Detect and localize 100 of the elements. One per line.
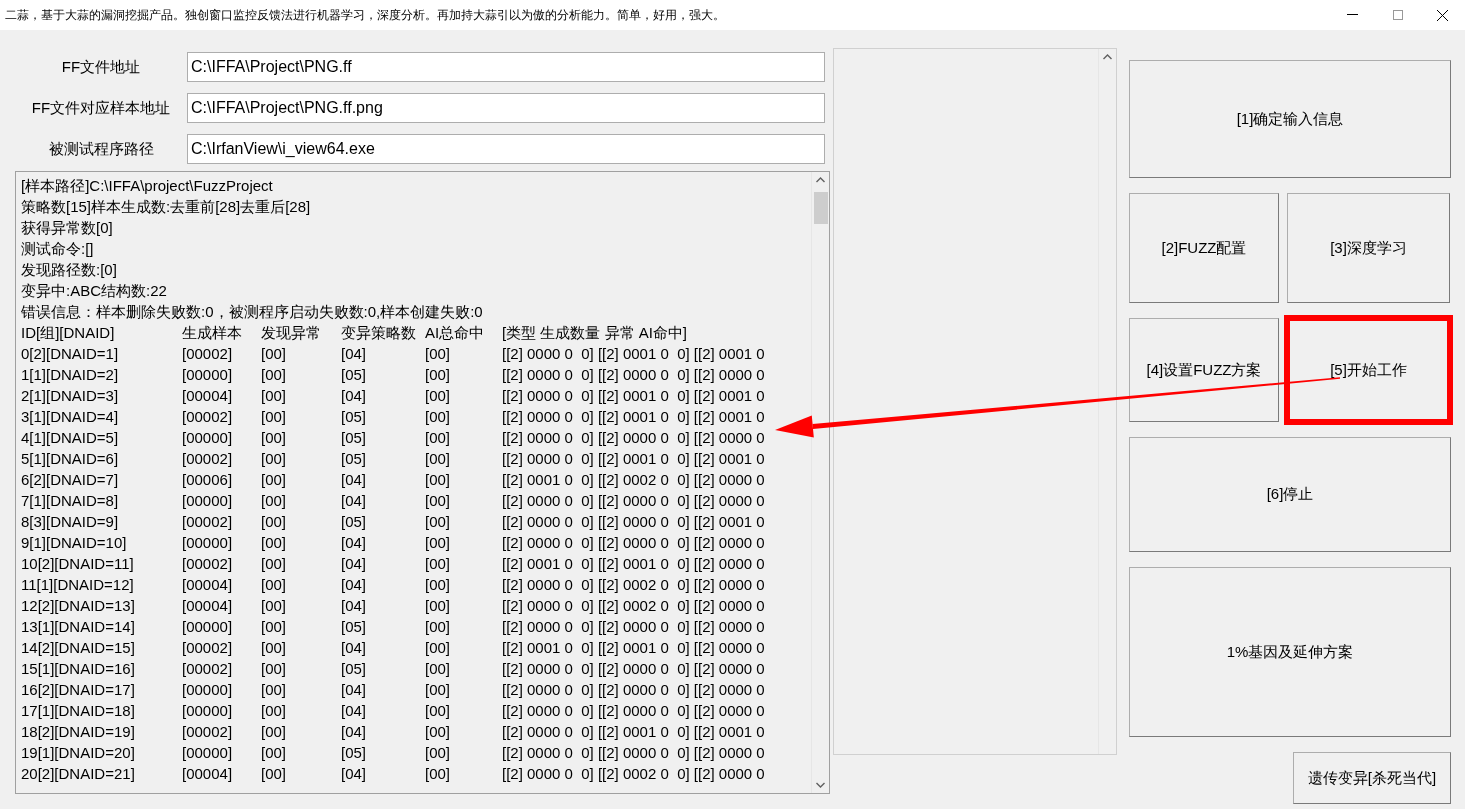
table-cell-text: [00] xyxy=(425,491,452,511)
table-cell-text: [00] xyxy=(261,638,288,658)
table-cell-text: [00002] xyxy=(182,554,234,574)
table-cell-text: [[2] 0000 0 0] [[2] 0001 0 0] [[2] 0001 0 xyxy=(502,344,766,364)
table-cell-text: [[2] 0001 0 0] [[2] 0001 0 0] [[2] 0000 0 xyxy=(502,638,766,658)
table-cell-text: [05] xyxy=(341,743,368,763)
table-cell-text: [00] xyxy=(425,533,452,553)
table-cell-text: 9[1][DNAID=10] xyxy=(21,533,128,553)
table-cell-text: [00] xyxy=(261,365,288,385)
table-cell-text: [00002] xyxy=(182,344,234,364)
table-cell-text: [05] xyxy=(341,428,368,448)
maximize-icon[interactable] xyxy=(1392,10,1403,20)
table-cell-text: [00] xyxy=(261,764,288,784)
column-header: 发现异常 xyxy=(261,323,322,343)
table-cell-text: [04] xyxy=(341,596,368,616)
table-cell-text: 5[1][DNAID=6] xyxy=(21,449,120,469)
table-cell-text: [00] xyxy=(261,428,288,448)
table-cell-text: [04] xyxy=(341,491,368,511)
column-header: AI总命中 xyxy=(425,323,486,343)
table-cell-text: [00] xyxy=(261,386,288,406)
table-cell-text: [00] xyxy=(425,365,452,385)
table-cell-text: [[2] 0000 0 0] [[2] 0000 0 0] [[2] 0000 0 xyxy=(502,491,766,511)
table-cell-text: [00] xyxy=(261,659,288,679)
table-cell-text: 12[2][DNAID=13] xyxy=(21,596,136,616)
table-cell-text: [00004] xyxy=(182,386,234,406)
table-cell-text: [05] xyxy=(341,365,368,385)
table-cell-text: [00] xyxy=(261,722,288,742)
table-cell-text: [04] xyxy=(341,575,368,595)
table-cell-text: [05] xyxy=(341,407,368,427)
table-cell-text: [05] xyxy=(341,512,368,532)
table-cell-text: [04] xyxy=(341,533,368,553)
table-cell-text: [[2] 0000 0 0] [[2] 0000 0 0] [[2] 0001 0 xyxy=(502,512,766,532)
log-line: 变异中:ABC结构数:22 xyxy=(21,281,168,301)
table-cell-text: 10[2][DNAID=11] xyxy=(21,554,135,574)
table-cell-text: [[2] 0000 0 0] [[2] 0001 0 0] [[2] 0001 0 xyxy=(502,722,766,742)
table-cell-text: 15[1][DNAID=16] xyxy=(21,659,136,679)
table-cell-text: [00] xyxy=(425,407,452,427)
column-header: 生成样本 xyxy=(182,323,243,343)
scrollbar[interactable] xyxy=(811,172,829,793)
column-header: [类型 生成数量 异常 AI命中] xyxy=(502,323,688,343)
table-cell-text: 14[2][DNAID=15] xyxy=(21,638,136,658)
table-cell-text: [04] xyxy=(341,764,368,784)
table-cell-text: [00] xyxy=(425,722,452,742)
action-button[interactable]: [5]开始工作 xyxy=(1287,318,1450,422)
table-cell-text: [00004] xyxy=(182,596,234,616)
log-line: 策略数[15]样本生成数:去重前[28]去重后[28] xyxy=(21,197,312,217)
table-cell-text: [00] xyxy=(425,575,452,595)
table-cell-text: [[2] 0000 0 0] [[2] 0002 0 0] [[2] 0000 0 xyxy=(502,596,766,616)
action-button[interactable]: 1%基因及延伸方案 xyxy=(1129,567,1451,737)
log-line: 发现路径数:[0] xyxy=(21,260,118,280)
table-cell-text: 2[1][DNAID=3] xyxy=(21,386,120,406)
table-cell-text: [00] xyxy=(425,386,452,406)
table-cell-text: [00] xyxy=(261,743,288,763)
table-cell-text: [00] xyxy=(425,659,452,679)
table-cell-text: [00] xyxy=(425,680,452,700)
table-cell-text: [00] xyxy=(261,680,288,700)
table-cell-text: 6[2][DNAID=7] xyxy=(21,470,120,490)
action-button[interactable]: [2]FUZZ配置 xyxy=(1129,193,1279,303)
table-cell-text: [00002] xyxy=(182,722,234,742)
scroll-down-icon[interactable] xyxy=(816,782,825,788)
table-cell-text: [[2] 0000 0 0] [[2] 0001 0 0] [[2] 0001 0 xyxy=(502,407,766,427)
path-input[interactable]: C:\IrfanView\i_view64.exe xyxy=(187,134,825,164)
scroll-up-icon[interactable] xyxy=(1103,54,1112,60)
column-header: 变异策略数 xyxy=(341,323,417,343)
action-button[interactable]: [3]深度学习 xyxy=(1287,193,1450,303)
table-cell-text: [00000] xyxy=(182,365,234,385)
action-button[interactable]: [4]设置FUZZ方案 xyxy=(1129,318,1279,422)
table-cell-text: [[2] 0001 0 0] [[2] 0002 0 0] [[2] 0000 0 xyxy=(502,470,766,490)
table-cell-text: [00] xyxy=(261,491,288,511)
table-cell-text: 13[1][DNAID=14] xyxy=(21,617,136,637)
log-line: 测试命令:[] xyxy=(21,239,95,259)
table-cell-text: [00] xyxy=(261,533,288,553)
action-button[interactable]: [1]确定输入信息 xyxy=(1129,60,1451,178)
log-line: 错误信息：样本删除失败数:0，被测程序启动失败数:0,样本创建失败:0 xyxy=(21,302,484,322)
table-cell-text: [00] xyxy=(261,596,288,616)
action-button[interactable]: 遗传变异[杀死当代] xyxy=(1293,752,1451,804)
close-icon[interactable] xyxy=(1437,9,1448,21)
minimize-icon[interactable] xyxy=(1347,14,1358,16)
table-cell-text: [05] xyxy=(341,449,368,469)
table-cell-text: [00004] xyxy=(182,575,234,595)
scroll-thumb[interactable] xyxy=(813,192,828,224)
table-cell-text: [04] xyxy=(341,554,368,574)
action-button[interactable]: [6]停止 xyxy=(1129,437,1451,552)
table-cell-text: [[2] 0000 0 0] [[2] 0000 0 0] [[2] 0000 0 xyxy=(502,680,766,700)
path-input[interactable]: C:\IFFA\Project\PNG.ff xyxy=(187,52,825,82)
table-cell-text: [00] xyxy=(261,701,288,721)
table-cell-text: 11[1][DNAID=12] xyxy=(21,575,135,595)
table-cell-text: [00] xyxy=(425,554,452,574)
table-cell-text: [00] xyxy=(261,344,288,364)
table-cell-text: [[2] 0000 0 0] [[2] 0000 0 0] [[2] 0000 0 xyxy=(502,533,766,553)
table-cell-text: 20[2][DNAID=21] xyxy=(21,764,136,784)
table-cell-text: [04] xyxy=(341,638,368,658)
table-cell-text: [00002] xyxy=(182,407,234,427)
table-cell-text: [00000] xyxy=(182,491,234,511)
table-cell-text: [04] xyxy=(341,470,368,490)
table-cell-text: [00000] xyxy=(182,428,234,448)
table-cell-text: [04] xyxy=(341,344,368,364)
scroll-up-icon[interactable] xyxy=(816,177,825,183)
table-cell-text: 16[2][DNAID=17] xyxy=(21,680,136,700)
path-input[interactable]: C:\IFFA\Project\PNG.ff.png xyxy=(187,93,825,123)
